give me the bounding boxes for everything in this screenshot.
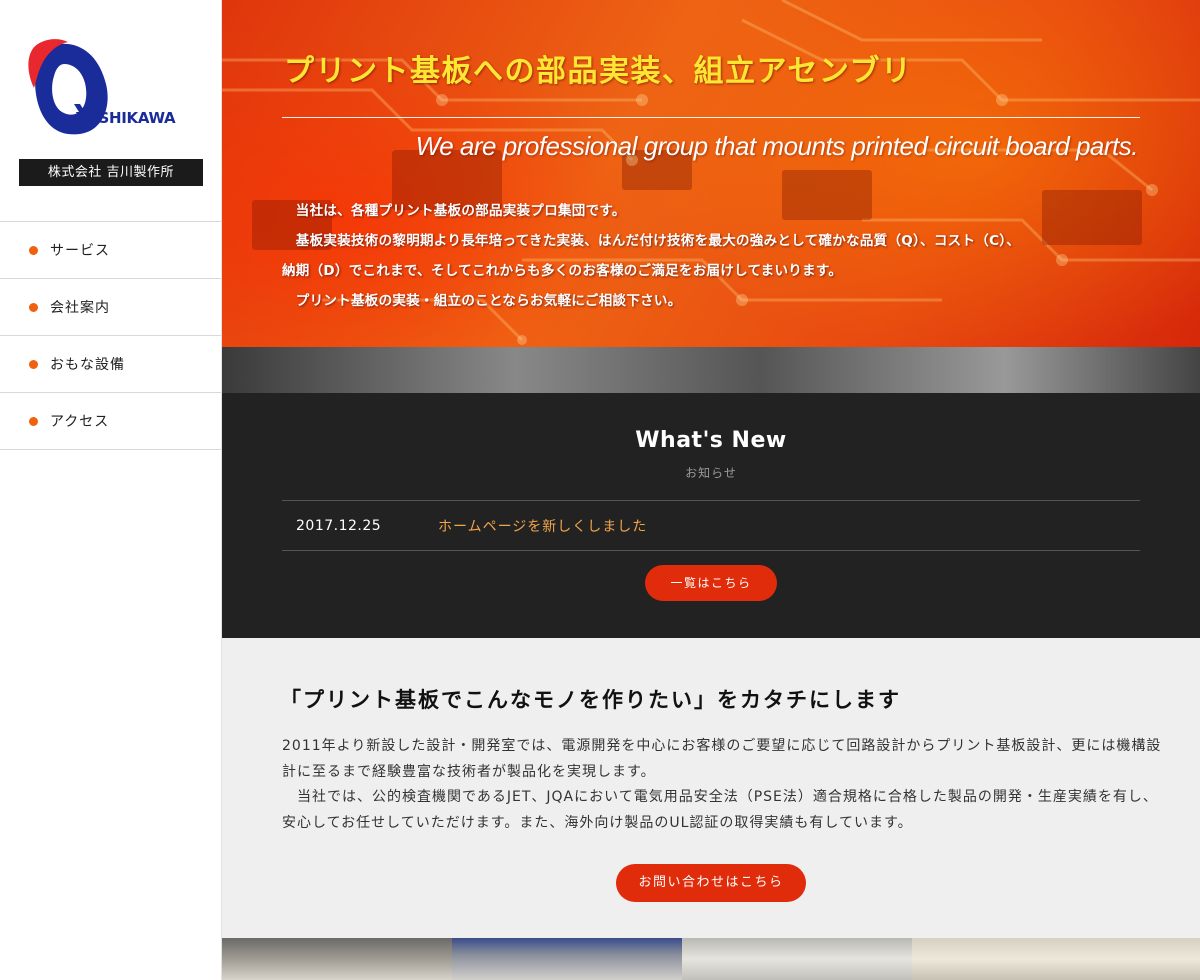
hero-paragraph: 基板実装技術の黎明期より長年培ってきた実装、はんだ付け技術を最大の強みとして確か… <box>282 233 1021 249</box>
company-name-badge: 株式会社 吉川製作所 <box>19 159 203 186</box>
hero-paragraph: 納期（D）でこれまで、そしてこれからも多くのお客様のご満足をお届けしてまいります… <box>282 263 843 279</box>
news-list-button[interactable]: 一覧はこちら <box>645 565 777 601</box>
logo-wordmark: YOSHIKAWA <box>76 109 176 127</box>
factory-photo <box>682 938 912 980</box>
nav-item-label: アクセス <box>50 414 110 430</box>
nav-item-access[interactable]: アクセス <box>0 393 221 450</box>
nav-item-label: サービス <box>50 243 110 259</box>
bullet-icon <box>29 302 38 312</box>
nav-item-service[interactable]: サービス <box>0 222 221 279</box>
section-paragraph: 当社では、公的検査機関であるJET、JQAにおいて電気用品安全法（PSE法）適合… <box>282 789 1158 831</box>
sidebar: YOSHIKAWA 株式会社 吉川製作所 サービス 会社案内 おもな設備 アクセ… <box>0 0 222 980</box>
section-paragraph: 2011年より新設した設計・開発室では、電源開発を中心にお客様のご要望に応じて回… <box>282 738 1162 780</box>
factory-photo-strip <box>222 938 1200 980</box>
news-heading: What's New <box>635 428 787 453</box>
factory-photo <box>912 938 1200 980</box>
section-description: 2011年より新設した設計・開発室では、電源開発を中心にお客様のご要望に応じて回… <box>282 734 1162 836</box>
nav-item-label: 会社案内 <box>50 300 110 316</box>
nav-item-company[interactable]: 会社案内 <box>0 279 221 336</box>
hero-divider <box>282 117 1140 118</box>
factory-photo <box>452 938 682 980</box>
news-subheading: お知らせ <box>685 466 737 480</box>
whats-new-section: What's New お知らせ 2017.12.25 ホームページを新しくしまし… <box>222 393 1200 638</box>
hero-subtitle: We are professional group that mounts pr… <box>415 131 1139 161</box>
hero-photo-strip <box>222 347 1200 393</box>
section-title: 「プリント基板でこんなモノを作りたい」をカタチにします <box>280 687 901 712</box>
news-date: 2017.12.25 <box>296 517 382 534</box>
news-item: 2017.12.25 ホームページを新しくしました <box>282 500 1140 551</box>
hero-description: 当社は、各種プリント基板の部品実装プロ集団です。 基板実装技術の黎明期より長年培… <box>282 196 1182 316</box>
hero-banner: プリント基板への部品実装、組立アセンブリ We are professional… <box>222 0 1200 393</box>
news-link[interactable]: ホームページを新しくしました <box>438 516 647 536</box>
bullet-icon <box>29 245 38 255</box>
nav-item-label: おもな設備 <box>50 357 125 373</box>
main-nav: サービス 会社案内 おもな設備 アクセス <box>0 221 221 450</box>
contact-button[interactable]: お問い合わせはこちら <box>616 864 806 902</box>
factory-photo <box>222 938 452 980</box>
design-development-section: 「プリント基板でこんなモノを作りたい」をカタチにします 2011年より新設した設… <box>222 638 1200 938</box>
hero-title: プリント基板への部品実装、組立アセンブリ <box>284 54 913 89</box>
hero-paragraph: プリント基板の実装・組立のことならお気軽にご相談下さい。 <box>282 293 682 309</box>
nav-item-equipment[interactable]: おもな設備 <box>0 336 221 393</box>
bullet-icon <box>29 416 38 426</box>
bullet-icon <box>29 359 38 369</box>
hero-paragraph: 当社は、各種プリント基板の部品実装プロ集団です。 <box>282 203 626 219</box>
